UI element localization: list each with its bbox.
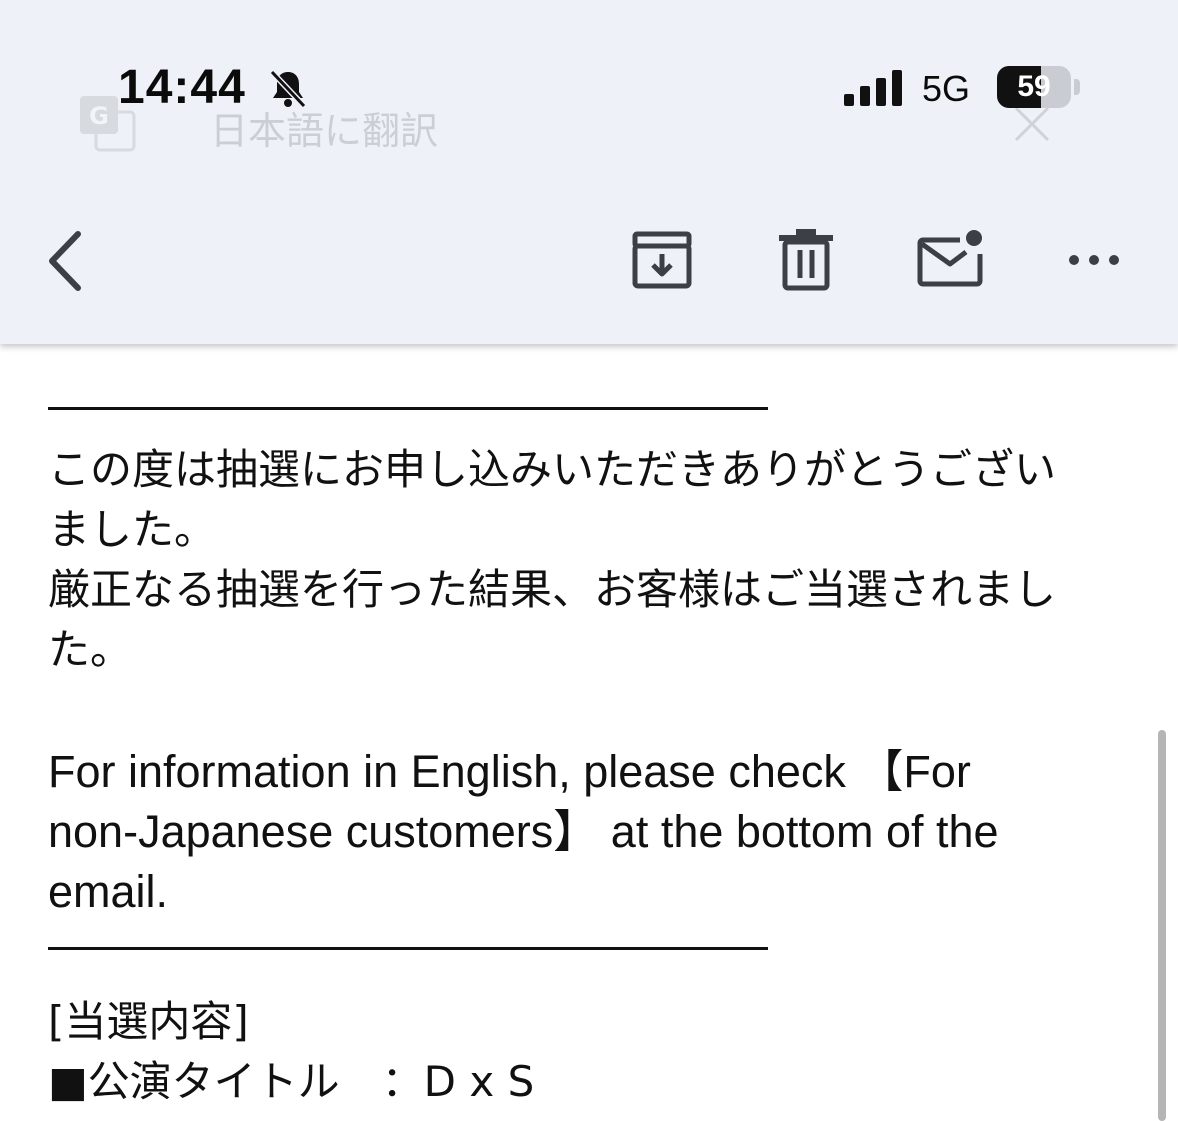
text-line: この度は抽選にお申し込みいただきありがとうござい — [48, 445, 1057, 494]
scrollbar[interactable] — [1158, 730, 1166, 1121]
battery-level: 59 — [1017, 70, 1051, 103]
close-icon[interactable] — [1012, 104, 1052, 144]
text-line: email. — [48, 866, 169, 917]
mark-unread-icon[interactable] — [916, 226, 986, 288]
text-line: ました。 — [48, 505, 217, 554]
divider-line — [48, 947, 768, 950]
network-type: 5G — [922, 68, 971, 109]
prize-section: [当選内容] ■公演タイトル ：D x S — [48, 992, 1138, 1112]
translate-label[interactable]: 日本語に翻訳 — [210, 100, 438, 155]
google-translate-icon[interactable]: G — [78, 94, 136, 152]
back-chevron-icon[interactable] — [40, 228, 92, 294]
email-body: この度は抽選にお申し込みいただきありがとうござい ました。 厳正なる抽選を行った… — [0, 344, 1178, 1121]
trash-icon[interactable] — [776, 226, 836, 292]
section-header: [当選内容] — [48, 997, 249, 1046]
svg-text:G: G — [89, 102, 109, 130]
text-line: た。 — [48, 625, 133, 674]
greeting-paragraph: この度は抽選にお申し込みいただきありがとうござい ました。 厳正なる抽選を行った… — [48, 440, 1138, 680]
battery-icon: 59 — [997, 66, 1083, 108]
text-line: 厳正なる抽選を行った結果、お客様はご当選されまし — [48, 565, 1057, 614]
text-line: For information in English, please check… — [48, 746, 971, 797]
archive-icon[interactable] — [630, 228, 694, 292]
more-icon[interactable] — [1066, 246, 1122, 274]
english-notice: For information in English, please check… — [48, 742, 1138, 922]
signal-bars-icon — [844, 70, 902, 106]
detail-line: ■公演タイトル ：D x S — [48, 1057, 535, 1106]
top-header: 14:44 G 日本語に翻訳 5G 59 — [0, 0, 1178, 344]
divider-line — [48, 407, 768, 410]
text-line: non-Japanese customers】 at the bottom of… — [48, 806, 999, 857]
